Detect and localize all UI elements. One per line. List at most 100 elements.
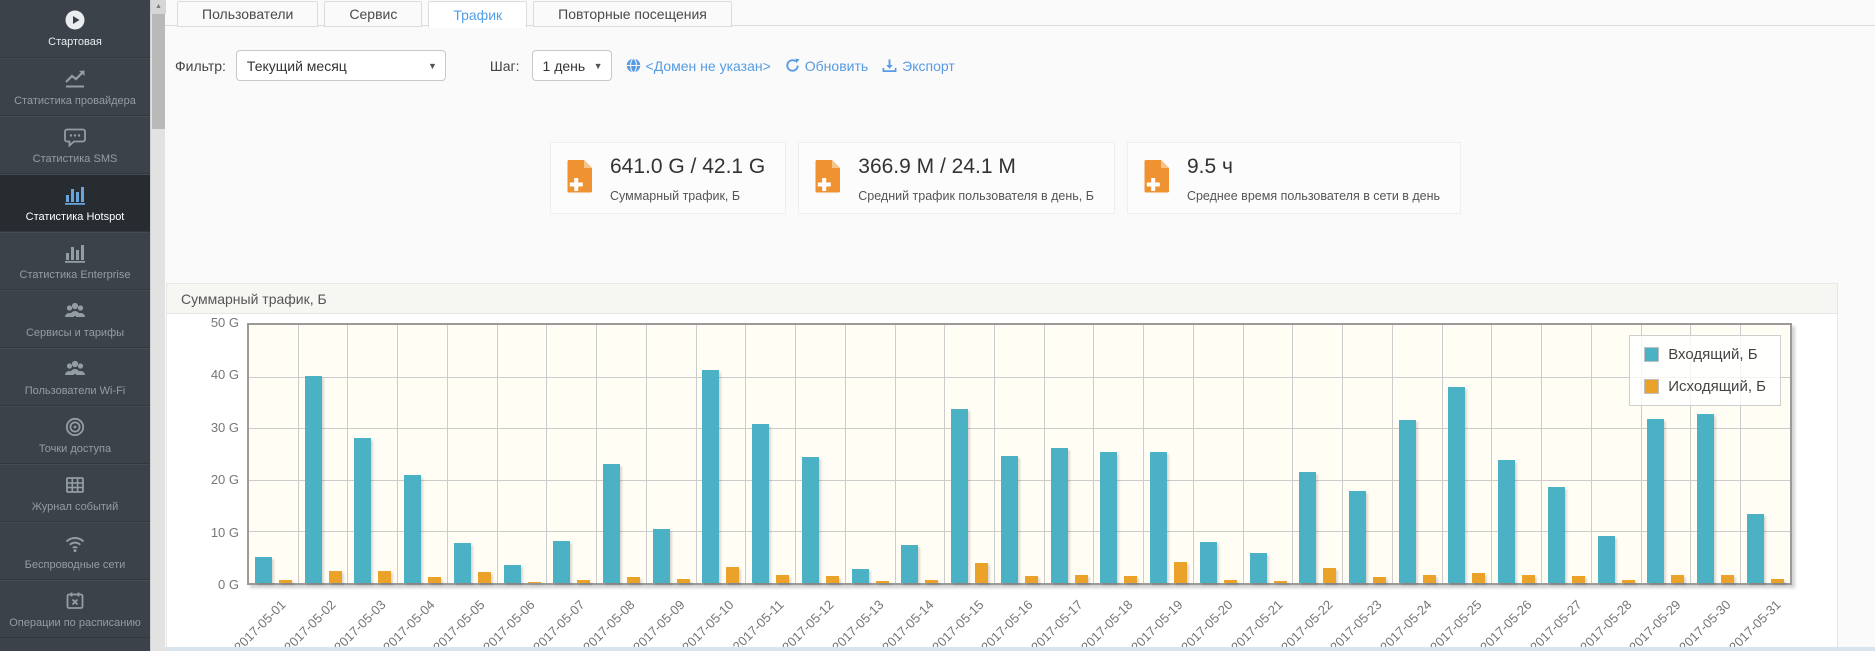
bar-incoming[interactable]: [1150, 452, 1167, 583]
bar-outgoing[interactable]: [1224, 580, 1237, 583]
bar-incoming[interactable]: [255, 557, 272, 583]
sidebar-item-tochki-dostupa[interactable]: Точки доступа: [0, 406, 150, 464]
bar-incoming[interactable]: [1200, 542, 1217, 583]
bar-outgoing[interactable]: [1771, 579, 1784, 583]
bar-outgoing[interactable]: [1323, 568, 1336, 583]
bar-outgoing[interactable]: [1472, 573, 1485, 583]
bar-outgoing[interactable]: [577, 580, 590, 583]
bar-outgoing[interactable]: [378, 571, 391, 583]
period-select-value: Текущий месяц: [247, 58, 347, 74]
bar-outgoing[interactable]: [1423, 575, 1436, 583]
bar-incoming[interactable]: [802, 457, 819, 583]
bar-outgoing[interactable]: [1622, 580, 1635, 583]
bar-incoming[interactable]: [1548, 487, 1565, 583]
sidebar-item-label: Журнал событий: [32, 501, 118, 513]
tab-povtornye-poseshcheniya[interactable]: Повторные посещения: [533, 1, 732, 27]
domain-link[interactable]: <Домен не указан>: [626, 58, 771, 74]
bar-incoming[interactable]: [1647, 419, 1664, 583]
bar-outgoing[interactable]: [627, 577, 640, 583]
bar-outgoing[interactable]: [876, 581, 889, 583]
tab-label: Пользователи: [202, 6, 293, 22]
bar-outgoing[interactable]: [1572, 576, 1585, 583]
bar-incoming[interactable]: [1299, 472, 1316, 583]
bar-incoming[interactable]: [702, 370, 719, 583]
bar-incoming[interactable]: [1051, 448, 1068, 583]
bar-group: [1293, 325, 1343, 583]
sidebar-item-startovaya[interactable]: Стартовая: [0, 0, 150, 58]
bar-incoming[interactable]: [603, 464, 620, 583]
tab-servis[interactable]: Сервис: [324, 1, 422, 27]
bar-outgoing[interactable]: [677, 579, 690, 583]
bar-incoming[interactable]: [951, 409, 968, 583]
refresh-link[interactable]: Обновить: [785, 58, 868, 74]
sidebar-item-besprovodnye-seti[interactable]: Беспроводные сети: [0, 522, 150, 580]
bar-incoming[interactable]: [901, 545, 918, 583]
bar-incoming[interactable]: [852, 569, 869, 583]
sidebar-item-zhurnal-sobytiy[interactable]: Журнал событий: [0, 464, 150, 522]
legend-entry: Входящий, Б: [1644, 346, 1766, 363]
bar-incoming[interactable]: [1100, 452, 1117, 583]
bar-outgoing[interactable]: [1075, 575, 1088, 583]
bar-outgoing[interactable]: [975, 563, 988, 583]
bar-incoming[interactable]: [1598, 536, 1615, 583]
export-link[interactable]: Экспорт: [882, 58, 955, 74]
bar-incoming[interactable]: [354, 438, 371, 584]
bar-outgoing[interactable]: [329, 571, 342, 583]
bar-incoming[interactable]: [504, 565, 521, 583]
bar-outgoing[interactable]: [1174, 562, 1187, 583]
bar-incoming[interactable]: [1498, 460, 1515, 583]
target-icon: [63, 416, 87, 438]
bar-incoming[interactable]: [1747, 514, 1764, 583]
bar-outgoing[interactable]: [1671, 575, 1684, 583]
bar-incoming[interactable]: [1448, 387, 1465, 583]
main-content: Пользователи Сервис Трафик Повторные пос…: [165, 0, 1875, 651]
bar-incoming[interactable]: [1399, 420, 1416, 583]
sidebar-item-statistika-enterprise[interactable]: Статистика Enterprise: [0, 232, 150, 290]
bar-outgoing[interactable]: [1721, 575, 1734, 583]
bar-outgoing[interactable]: [925, 580, 938, 583]
sidebar-item-operacii-po-raspisaniyu[interactable]: Операции по расписанию: [0, 580, 150, 638]
sidebar-item-polzovateli-wifi[interactable]: Пользователи Wi-Fi: [0, 348, 150, 406]
bar-group: [1343, 325, 1393, 583]
period-select[interactable]: Текущий месяц ▼: [236, 50, 446, 81]
bar-incoming[interactable]: [1001, 456, 1018, 583]
tab-label: Повторные посещения: [558, 6, 707, 22]
bar-outgoing[interactable]: [726, 567, 739, 584]
sidebar-item-statistika-sms[interactable]: Статистика SMS: [0, 116, 150, 174]
sms-bubble-icon: [63, 126, 87, 148]
bar-incoming[interactable]: [1697, 414, 1714, 583]
bar-incoming[interactable]: [553, 541, 570, 583]
tab-label: Сервис: [349, 6, 397, 22]
bar-incoming[interactable]: [404, 475, 421, 583]
tab-polzovateli[interactable]: Пользователи: [177, 1, 318, 27]
bar-outgoing[interactable]: [776, 575, 789, 583]
bar-outgoing[interactable]: [1373, 577, 1386, 583]
bar-outgoing[interactable]: [1522, 575, 1535, 583]
export-link-label: Экспорт: [902, 58, 955, 74]
vertical-scrollbar[interactable]: ▲: [150, 0, 165, 651]
bar-outgoing[interactable]: [826, 576, 839, 583]
bar-outgoing[interactable]: [1124, 576, 1137, 583]
bar-outgoing[interactable]: [528, 582, 541, 583]
bar-incoming[interactable]: [1250, 553, 1267, 583]
bar-outgoing[interactable]: [279, 580, 292, 583]
tab-trafik[interactable]: Трафик: [428, 1, 527, 28]
step-label: Шаг:: [490, 58, 520, 74]
sidebar-item-statistika-hotspot[interactable]: Статистика Hotspot: [0, 174, 150, 232]
bar-outgoing[interactable]: [1025, 576, 1038, 583]
bar-group: [498, 325, 548, 583]
bar-outgoing[interactable]: [1274, 581, 1287, 583]
bar-incoming[interactable]: [454, 543, 471, 583]
bar-incoming[interactable]: [305, 376, 322, 583]
bar-incoming[interactable]: [653, 529, 670, 583]
sidebar-item-statistika-provaydera[interactable]: Статистика провайдера: [0, 58, 150, 116]
step-select[interactable]: 1 день ▼: [532, 50, 612, 81]
scrollbar-thumb[interactable]: [152, 14, 165, 129]
bar-outgoing[interactable]: [428, 577, 441, 583]
bar-incoming[interactable]: [1349, 491, 1366, 583]
y-tick-label: 30 G: [167, 420, 239, 435]
bar-outgoing[interactable]: [478, 572, 491, 583]
bar-incoming[interactable]: [752, 424, 769, 583]
scroll-up-arrow-icon[interactable]: ▲: [151, 0, 166, 14]
sidebar-item-servisy-i-tarify[interactable]: Сервисы и тарифы: [0, 290, 150, 348]
